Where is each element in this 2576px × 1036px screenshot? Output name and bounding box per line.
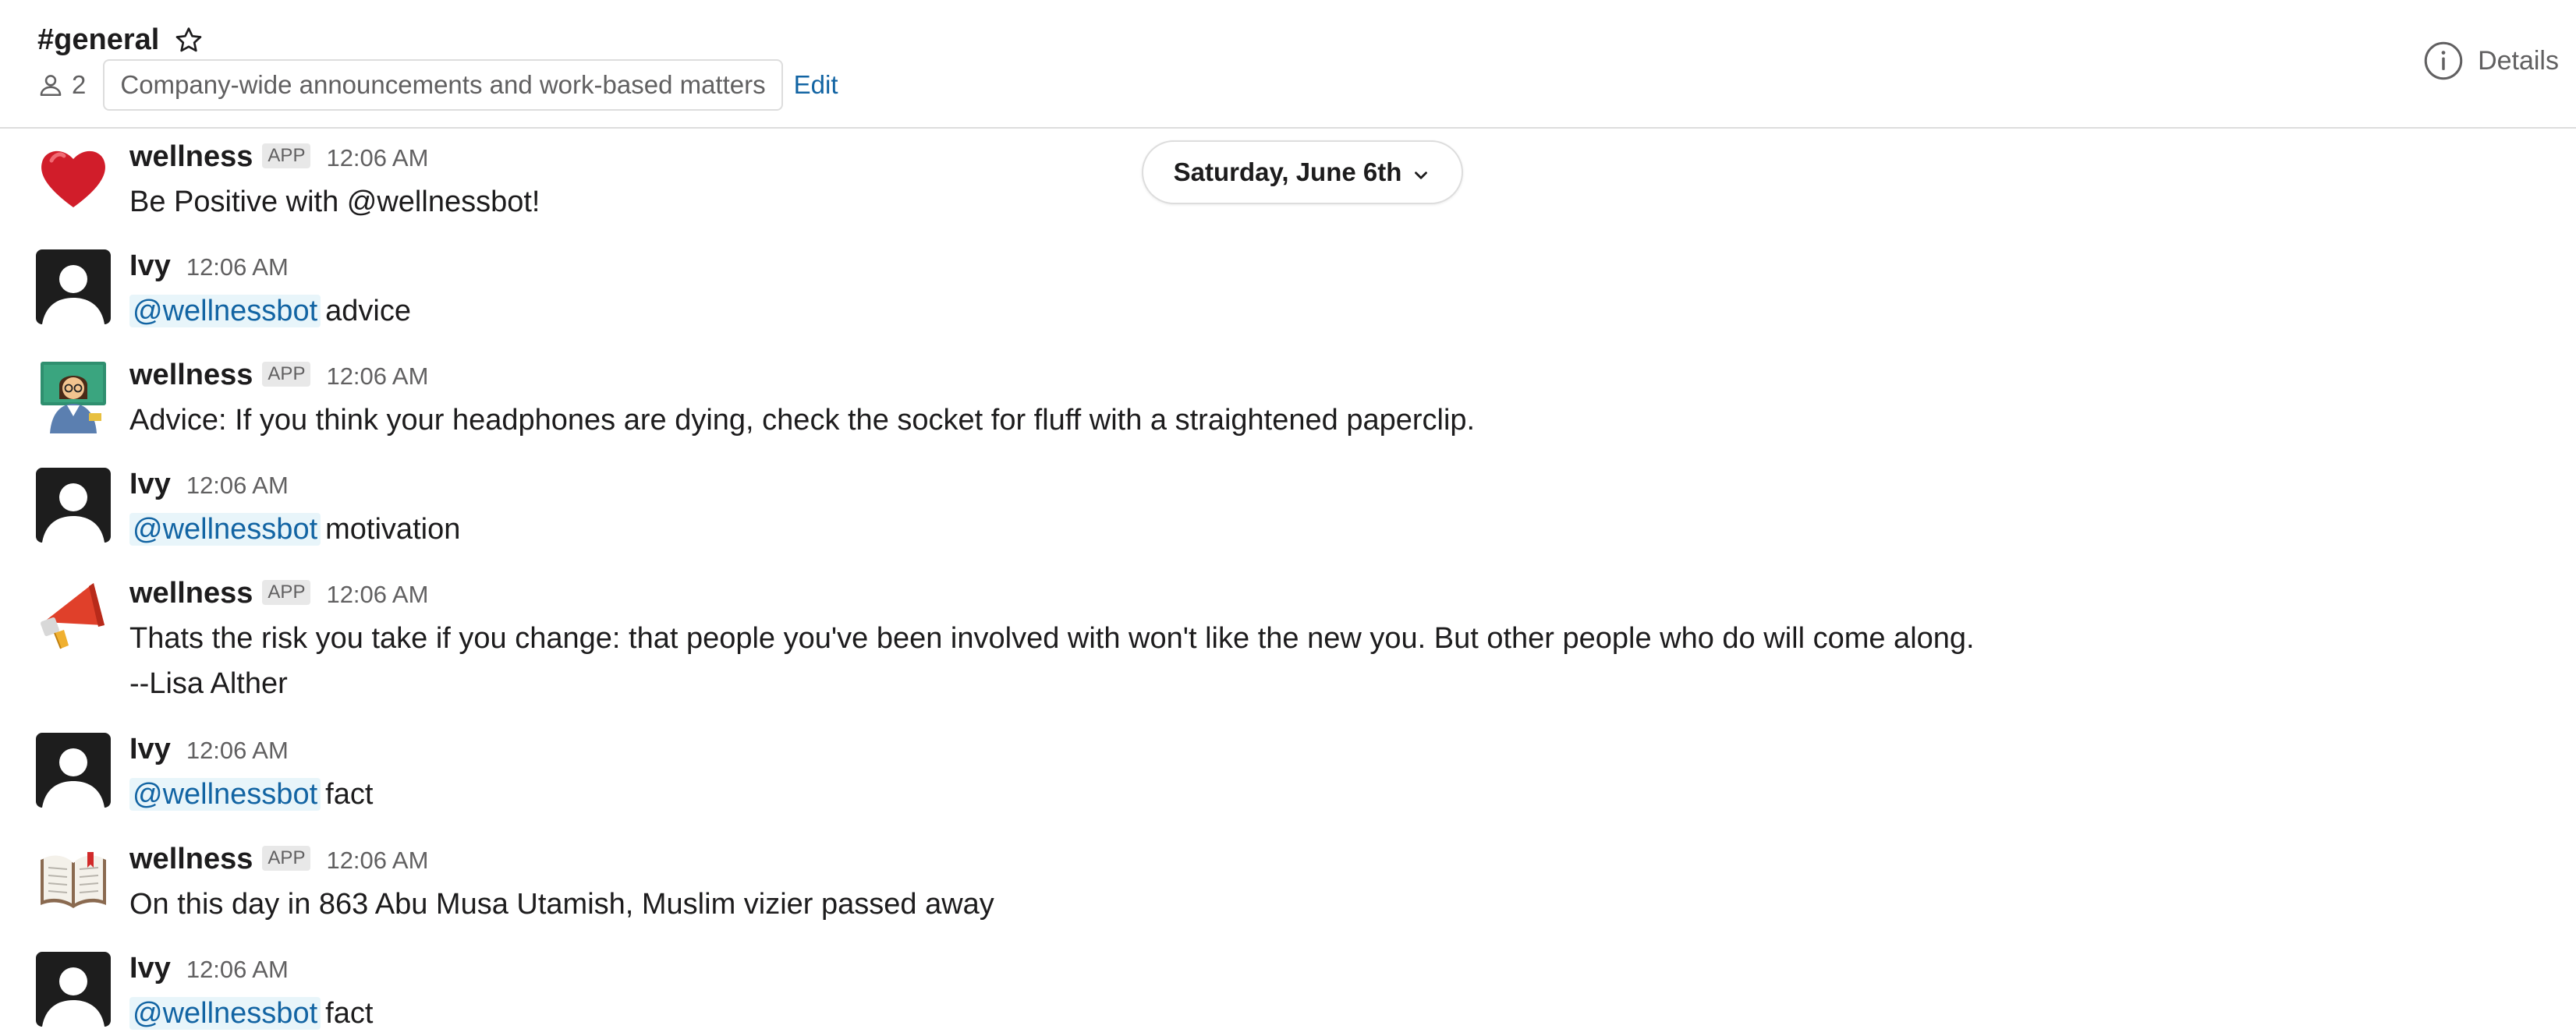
message-text: On this day in 863 Abu Musa Utamish, Mus… — [129, 888, 994, 921]
message-header: wellness APP 12:06 AM — [129, 140, 428, 174]
message-body: fact — [325, 997, 374, 1030]
sender-name[interactable]: wellness — [129, 359, 253, 392]
details-button[interactable]: Details — [2423, 41, 2559, 81]
message-header: Ivy 12:06 AM — [129, 733, 289, 766]
details-label: Details — [2478, 45, 2559, 76]
message-header: Ivy 12:06 AM — [129, 952, 289, 985]
sender-name[interactable]: Ivy — [129, 952, 171, 985]
user-mention[interactable]: @wellnessbot — [129, 778, 321, 811]
user-avatar[interactable] — [36, 952, 111, 1027]
message-header: wellness APP 12:06 AM — [129, 843, 428, 876]
channel-title-row: #general — [37, 23, 204, 57]
message-text: Thats the risk you take if you change: t… — [129, 622, 1975, 655]
person-icon — [37, 72, 64, 98]
message-timestamp[interactable]: 12:06 AM — [186, 737, 289, 765]
app-badge: APP — [262, 362, 311, 387]
message-text: @wellnessbot advice — [129, 288, 411, 334]
member-count-button[interactable]: 2 — [37, 70, 86, 100]
channel-name[interactable]: #general — [37, 23, 159, 57]
app-badge: APP — [262, 580, 311, 605]
message-body: fact — [325, 778, 374, 811]
channel-topic[interactable]: Company-wide announcements and work-base… — [103, 59, 783, 111]
date-divider-button[interactable]: Saturday, June 6th — [1142, 140, 1463, 204]
message-text: @wellnessbot motivation — [129, 507, 460, 552]
message-timestamp[interactable]: 12:06 AM — [326, 362, 428, 391]
edit-topic-link[interactable]: Edit — [794, 70, 838, 100]
message-text: Be Positive with @wellnessbot! — [129, 186, 540, 218]
user-avatar[interactable] — [36, 468, 111, 543]
message-body: advice — [325, 295, 411, 327]
sender-name[interactable]: wellness — [129, 843, 253, 876]
sender-name[interactable]: Ivy — [129, 468, 171, 501]
book-emoji-avatar[interactable] — [36, 843, 111, 918]
sender-name[interactable]: Ivy — [129, 249, 171, 283]
message-text: @wellnessbot fact — [129, 991, 373, 1036]
message-timestamp[interactable]: 12:06 AM — [186, 956, 289, 984]
heart-emoji-avatar[interactable] — [36, 140, 111, 215]
member-count: 2 — [72, 70, 87, 99]
sender-name[interactable]: wellness — [129, 140, 253, 174]
message-timestamp[interactable]: 12:06 AM — [186, 472, 289, 500]
app-badge: APP — [262, 143, 311, 168]
message-text: Advice: If you think your headphones are… — [129, 404, 1476, 437]
message-timestamp[interactable]: 12:06 AM — [326, 847, 428, 875]
message-timestamp[interactable]: 12:06 AM — [326, 581, 428, 609]
message-header: wellness APP 12:06 AM — [129, 577, 428, 610]
star-icon[interactable] — [173, 25, 204, 56]
message-header: Ivy 12:06 AM — [129, 249, 289, 283]
channel-meta: 2 Company-wide announcements and work-ba… — [37, 59, 838, 111]
message-text: @wellnessbot fact — [129, 772, 373, 817]
sender-name[interactable]: wellness — [129, 577, 253, 610]
message-header: wellness APP 12:06 AM — [129, 359, 428, 392]
info-icon — [2423, 41, 2464, 81]
chevron-down-icon — [1411, 162, 1431, 182]
megaphone-emoji-avatar[interactable] — [36, 577, 111, 652]
teacher-emoji-avatar[interactable] — [36, 359, 111, 433]
user-avatar[interactable] — [36, 733, 111, 808]
channel-header: #general 2 Company-wide announcements an… — [0, 0, 2576, 129]
app-badge: APP — [262, 846, 311, 871]
user-mention[interactable]: @wellnessbot — [129, 513, 321, 546]
sender-name[interactable]: Ivy — [129, 733, 171, 766]
message-timestamp[interactable]: 12:06 AM — [326, 144, 428, 172]
user-mention[interactable]: @wellnessbot — [129, 997, 321, 1030]
message-text-quote-author: --Lisa Alther — [129, 667, 288, 700]
message-timestamp[interactable]: 12:06 AM — [186, 253, 289, 281]
user-mention[interactable]: @wellnessbot — [129, 295, 321, 327]
message-body: motivation — [325, 513, 461, 546]
date-divider-label: Saturday, June 6th — [1173, 157, 1402, 186]
user-avatar[interactable] — [36, 249, 111, 324]
message-header: Ivy 12:06 AM — [129, 468, 289, 501]
